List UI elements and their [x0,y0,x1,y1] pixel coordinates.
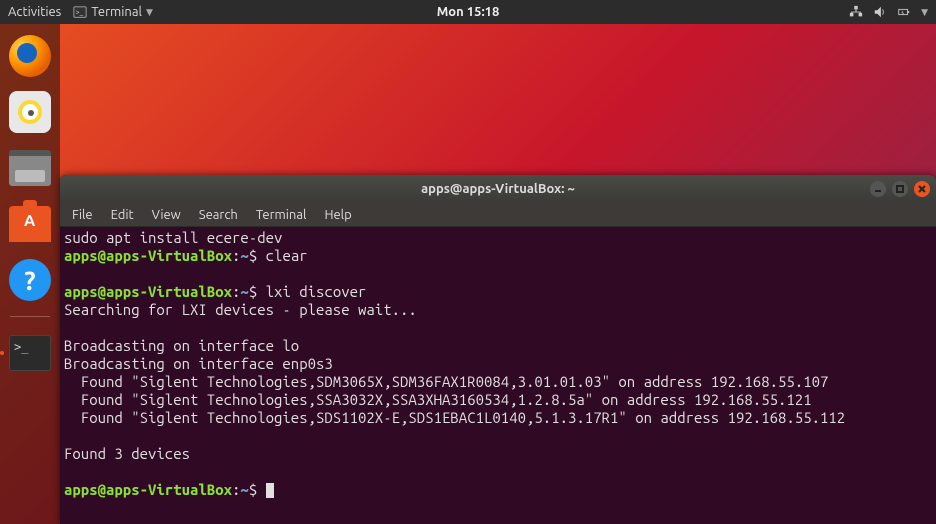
window-title: apps@apps-VirtualBox: ~ [421,182,575,196]
app-menu[interactable]: >_ Terminal ▼ [73,5,153,19]
term-line: Found "Siglent Technologies,SSA3032X,SSA… [64,391,812,408]
prompt-user: apps@apps-VirtualBox [64,283,232,300]
dock-item-terminal[interactable]: >_ [6,329,54,377]
prompt-path: ~ [240,247,248,264]
term-cmd: clear [266,247,308,264]
maximize-icon [896,185,904,193]
files-icon [9,150,51,186]
term-line: Broadcasting on interface lo [64,337,299,354]
dock-item-firefox[interactable] [6,32,54,80]
menu-help[interactable]: Help [318,206,357,224]
term-line: Found "Siglent Technologies,SDS1102X-E,S… [64,409,845,426]
dock-separator [10,316,50,317]
prompt-path: ~ [240,481,248,498]
window-maximize-button[interactable] [892,181,908,197]
network-icon[interactable] [849,5,863,19]
top-panel: Activities >_ Terminal ▼ Mon 15:18 ▼ [0,0,936,24]
terminal-icon: >_ [73,5,87,19]
firefox-icon [9,35,51,77]
prompt-user: apps@apps-VirtualBox [64,481,232,498]
dock-item-files[interactable] [6,144,54,192]
software-icon [9,206,51,242]
dock-item-help[interactable]: ? [6,256,54,304]
prompt-user: apps@apps-VirtualBox [64,247,232,264]
window-close-button[interactable] [914,181,930,197]
system-menu-chevron-icon[interactable]: ▼ [921,7,928,18]
cursor [266,483,274,498]
terminal-window: apps@apps-VirtualBox: ~ File Edit View S… [60,175,936,524]
clock[interactable]: Mon 15:18 [437,5,500,19]
term-line: Searching for LXI devices - please wait.… [64,301,417,318]
close-icon [918,185,926,193]
activities-button[interactable]: Activities [8,5,61,19]
term-cmd: lxi discover [266,283,367,300]
prompt-suffix: $ [249,247,257,264]
app-menu-label: Terminal [91,5,142,19]
menu-view[interactable]: View [146,206,187,224]
dock-item-software[interactable] [6,200,54,248]
terminal-menubar: File Edit View Search Terminal Help [60,203,936,227]
term-line: Found 3 devices [64,445,190,462]
dock-item-rhythmbox[interactable] [6,88,54,136]
prompt-suffix: $ [249,481,257,498]
window-minimize-button[interactable] [870,181,886,197]
minimize-icon [874,185,882,193]
speaker-icon [9,91,51,133]
svg-text:>_: >_ [76,9,84,17]
menu-terminal[interactable]: Terminal [250,206,313,224]
menu-edit[interactable]: Edit [105,206,140,224]
term-line: sudo apt install ecere-dev [64,229,282,246]
term-line: Broadcasting on interface enp0s3 [64,355,333,372]
chevron-down-icon: ▼ [146,7,153,18]
term-line: Found "Siglent Technologies,SDM3065X,SDM… [64,373,828,390]
battery-icon[interactable] [897,5,911,19]
window-titlebar[interactable]: apps@apps-VirtualBox: ~ [60,175,936,203]
terminal-body[interactable]: sudo apt install ecere-dev apps@apps-Vir… [60,227,936,524]
prompt-suffix: $ [249,283,257,300]
dock: ? >_ [0,24,60,524]
volume-icon[interactable] [873,5,887,19]
help-icon: ? [9,259,51,301]
prompt-path: ~ [240,283,248,300]
menu-search[interactable]: Search [193,206,244,224]
terminal-dock-icon: >_ [9,335,51,371]
menu-file[interactable]: File [66,206,99,224]
